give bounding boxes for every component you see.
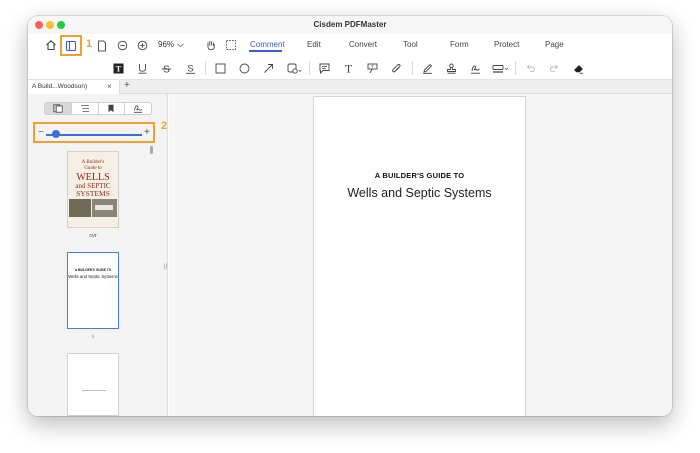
tab-form[interactable]: Form	[450, 40, 469, 49]
svg-text:T: T	[371, 64, 374, 69]
tab-convert[interactable]: Convert	[349, 40, 377, 49]
step-2-marker: 2	[161, 120, 168, 132]
shapes-dropdown-icon[interactable]	[286, 62, 302, 74]
toolbar-divider	[205, 61, 206, 75]
eraser-icon[interactable]	[572, 62, 584, 74]
tab-tool[interactable]: Tool	[403, 40, 418, 49]
cover-title-line: SYSTEMS	[76, 189, 110, 198]
page-thumbnail-label: cvr	[89, 233, 97, 239]
pdf-page[interactable]: A BUILDER'S GUIDE TO Wells and Septic Sy…	[314, 97, 525, 416]
squiggly-underline-icon[interactable]: S	[184, 62, 196, 74]
thumbnail-heading: A BUILDER'S GUIDE TO	[74, 268, 112, 272]
toolbar-divider	[309, 61, 310, 75]
sidebar-view-switcher	[44, 102, 152, 115]
ellipse-tool-icon[interactable]	[238, 62, 250, 74]
rectangle-tool-icon[interactable]	[214, 62, 226, 74]
thumbnail-subheading: Wells and Septic Systems	[68, 274, 118, 279]
thumbnail-text-line	[82, 390, 106, 391]
svg-text:S: S	[187, 63, 193, 74]
cover-title-line: A Builder's	[81, 160, 105, 165]
pencil-icon[interactable]	[421, 62, 433, 74]
active-tab-indicator	[249, 50, 282, 52]
chevron-down-icon[interactable]	[176, 40, 184, 50]
svg-text:T: T	[344, 62, 352, 74]
home-icon[interactable]	[44, 38, 58, 52]
page-heading: A BUILDER'S GUIDE TO	[374, 171, 465, 180]
tab-edit[interactable]: Edit	[307, 40, 321, 49]
toolbar-divider	[412, 61, 413, 75]
zoom-level-select[interactable]: 96%	[158, 40, 174, 49]
strikethrough-icon[interactable]: S	[160, 62, 172, 74]
arrow-tool-icon[interactable]	[262, 62, 274, 74]
document-tab-label: A Build...Woodson)	[32, 83, 88, 90]
attachment-icon[interactable]	[390, 62, 402, 74]
signature-panel-icon[interactable]	[125, 103, 151, 114]
cover-photo	[69, 199, 91, 217]
step-1-marker: 1	[86, 38, 93, 50]
thumbnail-zoom-slider[interactable]	[46, 134, 142, 136]
cover-photo-detail	[95, 205, 113, 210]
zoom-in-icon[interactable]	[136, 39, 148, 51]
close-icon[interactable]: ×	[107, 82, 112, 91]
zoom-out-icon[interactable]	[116, 39, 128, 51]
add-tab-icon[interactable]: +	[124, 80, 130, 91]
page-thumbnail-label: i	[92, 334, 94, 340]
sidebar-scrollbar[interactable]	[150, 146, 153, 154]
document-canvas: A BUILDER'S GUIDE TO Wells and Septic Sy…	[169, 94, 672, 416]
undo-icon[interactable]	[524, 62, 536, 74]
line-style-dropdown-icon[interactable]	[491, 62, 509, 74]
bookmark-view-icon[interactable]	[99, 103, 126, 114]
document-tab[interactable]: A Build...Woodson) ×	[28, 80, 120, 94]
comment-toolbar: T S S T T	[28, 57, 672, 80]
marquee-select-icon[interactable]	[224, 38, 238, 52]
thumbnail-zoom-in-icon[interactable]: +	[144, 127, 150, 138]
page-thumbnail[interactable]	[67, 353, 119, 416]
stamp-icon[interactable]	[445, 62, 457, 74]
cover-title-line: Guide to	[84, 166, 102, 171]
document-tab-bar: A Build...Woodson) × +	[28, 80, 672, 94]
svg-text:T: T	[115, 63, 121, 73]
tab-comment[interactable]: Comment	[250, 40, 285, 49]
page-subheading: Wells and Septic Systems	[347, 186, 492, 200]
title-bar: Cisdem PDFMaster	[28, 16, 672, 34]
thumbnail-zoom-slider-knob[interactable]	[51, 130, 60, 138]
redo-icon[interactable]	[548, 62, 560, 74]
page-thumbnail-cover[interactable]: A Builder's Guide to WELLS and SEPTIC SY…	[67, 151, 119, 228]
thumbnails-view-icon[interactable]	[45, 103, 72, 114]
sidebar-resize-handle[interactable]: ||	[164, 264, 167, 270]
tab-page[interactable]: Page	[545, 40, 564, 49]
underline-icon[interactable]	[136, 62, 148, 74]
toolbar-divider	[515, 61, 516, 75]
window-title: Cisdem PDFMaster	[313, 20, 387, 29]
page-icon[interactable]	[96, 39, 108, 52]
tab-protect[interactable]: Protect	[494, 40, 519, 49]
thumbnail-zoom-out-icon[interactable]: −	[38, 127, 44, 138]
app-window: Cisdem PDFMaster 1 96% Comment Edit Conv…	[28, 16, 672, 416]
signature-icon[interactable]	[469, 62, 481, 74]
page-thumbnail-title-page[interactable]: A BUILDER'S GUIDE TO Wells and Septic Sy…	[67, 252, 119, 329]
hand-tool-icon[interactable]	[204, 38, 218, 52]
note-comment-icon[interactable]	[318, 62, 330, 74]
outline-view-icon[interactable]	[72, 103, 99, 114]
text-box-icon[interactable]: T	[342, 61, 354, 74]
callout-icon[interactable]: T	[366, 62, 378, 74]
highlight-text-icon[interactable]: T	[112, 62, 124, 74]
thumbnail-sidebar: 2 − + A Builder's Guide to WELLS and SEP…	[28, 94, 168, 416]
sidebar-toggle-icon[interactable]	[64, 39, 78, 52]
